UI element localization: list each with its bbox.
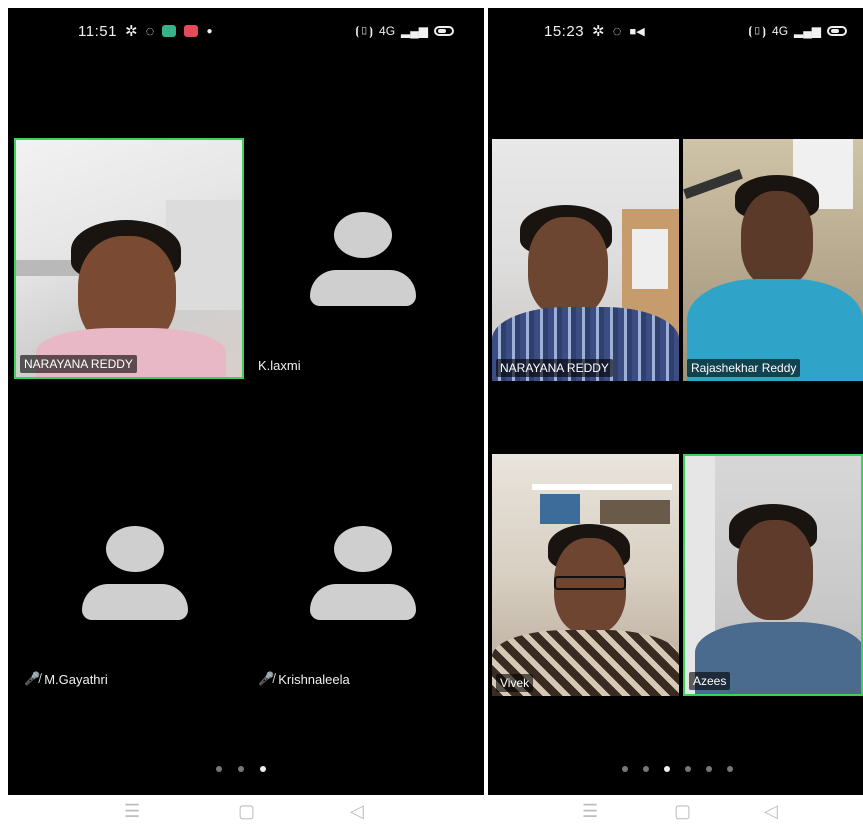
menu-icon[interactable]: ☰ (582, 801, 598, 822)
avatar-body (310, 270, 416, 306)
whatsapp-icon: ◌ (145, 22, 155, 40)
home-icon[interactable]: ▢ (238, 801, 255, 822)
participant-video (492, 139, 679, 381)
dot-icon: ● (206, 25, 213, 37)
participant-video (492, 454, 679, 696)
avatar-body (82, 584, 188, 620)
battery-icon (434, 26, 454, 36)
participant-name: Rajashekhar Reddy (687, 359, 801, 377)
participant-name: Vivek (496, 674, 534, 692)
menu-icon[interactable]: ☰ (124, 801, 140, 822)
page-indicator (216, 766, 266, 772)
participant-tile[interactable]: NARAYANA REDDY (14, 138, 244, 379)
page-dot[interactable] (685, 766, 691, 772)
settings-icon: ✲ (592, 23, 605, 40)
battery-icon (827, 26, 847, 36)
right-phone-screenshot: 15:23 ✲ ◌ ■◀ ⦗▯⦘ 4G ▂▄▆ NARAYANA REDDY R… (488, 0, 863, 829)
participant-tile[interactable]: NARAYANA REDDY (492, 139, 679, 381)
app-icon (184, 25, 199, 37)
system-navbar: ☰ ▢ ◁ (488, 795, 863, 829)
participant-tile[interactable]: 🎤̸ M.Gayathri (14, 454, 246, 695)
participant-tile[interactable]: Azees (683, 454, 863, 696)
participant-video (685, 456, 861, 694)
mic-muted-icon: 🎤̸ (24, 671, 41, 686)
app-icon (162, 25, 177, 37)
avatar-icon (334, 212, 392, 258)
participant-name: NARAYANA REDDY (20, 355, 137, 373)
avatar-icon (334, 526, 392, 572)
page-dot[interactable] (622, 766, 628, 772)
participant-tile[interactable]: Vivek (492, 454, 679, 696)
participant-tile[interactable]: 🎤̸ Krishnaleela (252, 454, 484, 695)
page-dot[interactable] (216, 766, 222, 772)
participant-tile[interactable]: Rajashekhar Reddy (683, 139, 863, 381)
signal-icon: ▂▄▆ (794, 24, 821, 38)
page-dot-current[interactable] (664, 766, 670, 772)
settings-icon: ✲ (124, 23, 138, 40)
avatar-body (310, 584, 416, 620)
participant-name: NARAYANA REDDY (496, 359, 613, 377)
vibrate-icon: ⦗▯⦘ (748, 23, 767, 38)
avatar-icon (106, 526, 164, 572)
participant-name: K.laxmi (258, 358, 301, 373)
meeting-screen: 11:51 ✲ ◌ ● ⦗▯⦘ 4G ▂▄▆ NARAYANA REDDY K.… (8, 8, 484, 795)
left-phone-screenshot: 11:51 ✲ ◌ ● ⦗▯⦘ 4G ▂▄▆ NARAYANA REDDY K.… (0, 0, 484, 829)
home-icon[interactable]: ▢ (674, 801, 691, 822)
vibrate-icon: ⦗▯⦘ (355, 23, 374, 38)
page-dot[interactable] (643, 766, 649, 772)
status-bar: 11:51 ✲ ◌ ● ⦗▯⦘ 4G ▂▄▆ (8, 8, 484, 54)
participant-name: Krishnaleela (278, 671, 350, 687)
meeting-screen: 15:23 ✲ ◌ ■◀ ⦗▯⦘ 4G ▂▄▆ NARAYANA REDDY R… (488, 8, 863, 795)
participant-name: Azees (689, 672, 731, 690)
page-dot[interactable] (706, 766, 712, 772)
page-indicator (622, 766, 733, 772)
back-icon[interactable]: ◁ (350, 801, 364, 822)
page-dot-current[interactable] (260, 766, 266, 772)
status-time: 11:51 (78, 22, 117, 40)
participant-video (683, 139, 863, 381)
status-bar: 15:23 ✲ ◌ ■◀ ⦗▯⦘ 4G ▂▄▆ (488, 8, 863, 54)
network-label: 4G (379, 24, 396, 38)
page-dot[interactable] (238, 766, 244, 772)
participant-tile[interactable]: K.laxmi (252, 138, 484, 379)
video-camera-icon: ■◀ (629, 25, 645, 38)
page-dot[interactable] (727, 766, 733, 772)
participant-video (16, 140, 242, 377)
whatsapp-icon: ◌ (612, 22, 622, 40)
network-label: 4G (772, 24, 789, 38)
status-time: 15:23 (544, 22, 585, 40)
back-icon[interactable]: ◁ (764, 801, 778, 822)
participant-name: M.Gayathri (44, 671, 108, 687)
system-navbar: ☰ ▢ ◁ (0, 795, 484, 829)
signal-icon: ▂▄▆ (401, 24, 428, 38)
mic-muted-icon: 🎤̸ (258, 671, 275, 686)
